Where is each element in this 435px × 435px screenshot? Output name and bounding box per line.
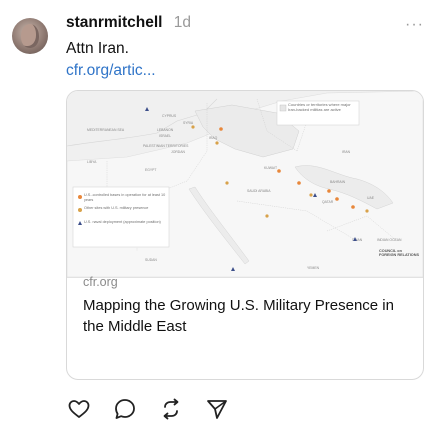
label-bahrain: BAHRAIN	[330, 180, 346, 184]
countries-note: Countries or territories where major Ira…	[288, 102, 351, 112]
post-text: Attn Iran.	[66, 40, 129, 57]
label-iraq: IRAQ	[209, 136, 218, 140]
card-domain: cfr.org	[83, 275, 118, 289]
legend-site-marker	[78, 208, 82, 212]
label-libya: LIBYA	[87, 160, 97, 164]
map-image[interactable]: MEDITERRANEAN SEA CYPRUS SYRIA LEBANON I…	[67, 91, 423, 278]
post-time: 1d	[173, 14, 192, 31]
legend-2-text: Other sites with U.S. military presence	[84, 206, 149, 210]
label-lebanon: LEBANON	[157, 128, 174, 132]
label-jordan: JORDAN	[171, 150, 185, 154]
repost-icon[interactable]	[158, 396, 184, 422]
card-title[interactable]: Mapping the Growing U.S. Military Presen…	[83, 295, 403, 337]
thread-post: stanrmitchell 1d ··· Attn Iran. cfr.org/…	[0, 0, 435, 435]
username[interactable]: stanrmitchell	[66, 14, 162, 31]
legend-1-text: U.S.-controlled bases in operation for a…	[84, 193, 166, 202]
label-uae: UAE	[367, 196, 375, 200]
label-saudi: SAUDI ARABIA	[247, 189, 271, 193]
label-syria: SYRIA	[183, 121, 194, 125]
label-israel: ISRAEL	[159, 134, 171, 138]
post-actions	[66, 396, 306, 424]
label-sudan: SUDAN	[145, 258, 157, 262]
legend-base-marker	[78, 195, 82, 199]
send-icon[interactable]	[204, 396, 230, 422]
cfr-logo: COUNCIL on FOREIGN RELATIONS	[379, 249, 419, 258]
middle-east-map: MEDITERRANEAN SEA CYPRUS SYRIA LEBANON I…	[67, 91, 423, 277]
avatar[interactable]	[12, 18, 48, 54]
label-cyprus: CYPRUS	[162, 114, 177, 118]
comment-icon[interactable]	[112, 396, 138, 422]
label-mediterranean: MEDITERRANEAN SEA	[87, 128, 125, 132]
post-link[interactable]: cfr.org/artic...	[66, 62, 156, 80]
avatar-figure	[21, 24, 39, 48]
legend-3-text: U.S. naval deployment (approximate posit…	[84, 220, 161, 224]
label-iran: IRAN	[342, 150, 351, 154]
label-qatar: QATAR	[322, 200, 334, 204]
label-palestinian: PALESTINIAN TERRITORIES	[143, 144, 189, 148]
more-options-icon[interactable]: ···	[405, 16, 424, 34]
label-yemen: YEMEN	[307, 266, 320, 270]
label-indian-ocean: INDIAN OCEAN	[377, 238, 402, 242]
post-header: stanrmitchell 1d	[66, 14, 191, 32]
label-kuwait: KUWAIT	[264, 166, 277, 170]
heart-icon[interactable]	[66, 396, 92, 422]
label-egypt: EGYPT	[145, 168, 157, 172]
link-preview-card[interactable]: MEDITERRANEAN SEA CYPRUS SYRIA LEBANON I…	[66, 90, 424, 380]
